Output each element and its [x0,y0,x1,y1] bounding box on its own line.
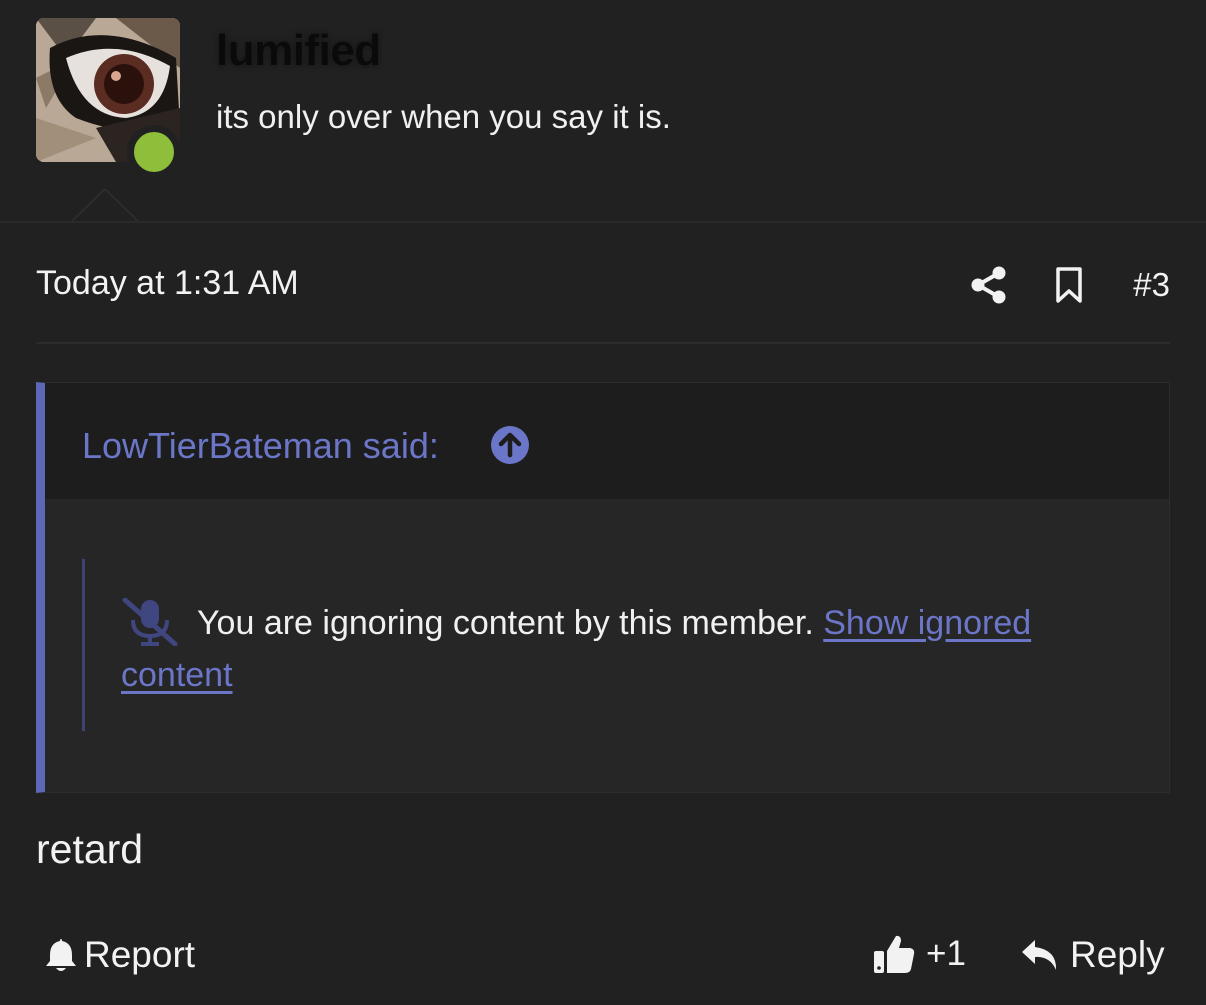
post-meta: Today at 1:31 AM #3 [36,258,1170,312]
reply-button[interactable]: Reply [1020,934,1165,976]
post-body-text: retard [36,826,144,872]
bell-icon [46,939,76,971]
ignored-notice-text: You are ignoring content by this member.… [121,597,1101,701]
report-label: Report [84,934,196,975]
post-meta-actions: #3 [969,262,1170,308]
ignored-message: You are ignoring content by this member. [197,604,814,642]
quote-body: You are ignoring content by this member.… [45,499,1169,793]
like-button[interactable]: +1 [872,932,966,976]
thumbs-up-icon [874,935,915,973]
user-title: its only over when you say it is. [216,98,671,135]
quote-header: LowTierBateman said: [45,383,1169,499]
bookmark-icon[interactable] [1049,265,1089,305]
microphone-slash-icon [122,598,178,646]
reply-arrow-icon [1022,940,1057,970]
ignored-content-notice: You are ignoring content by this member.… [82,559,1092,731]
post-date[interactable]: Today at 1:31 AM [36,264,299,303]
like-count: +1 [926,934,966,973]
post-footer: Report +1 Reply [36,930,1170,986]
header-divider [0,221,1206,223]
username[interactable]: lumified [216,26,381,76]
report-button[interactable]: Report [44,934,195,976]
quote-block: LowTierBateman said: You are ignoring co… [36,382,1170,793]
post-number-link[interactable]: #3 [1133,266,1170,304]
online-status-indicator [127,125,181,179]
share-icon[interactable] [969,265,1009,305]
reply-label: Reply [1070,934,1165,975]
meta-divider [36,342,1170,344]
post-page: lumified its only over when you say it i… [0,0,1206,1005]
user-header: lumified its only over when you say it i… [0,0,1206,223]
arrow-up-circle-icon[interactable] [490,425,530,465]
header-arrow-notch [70,189,140,223]
quote-author-link[interactable]: LowTierBateman said: [82,425,439,467]
